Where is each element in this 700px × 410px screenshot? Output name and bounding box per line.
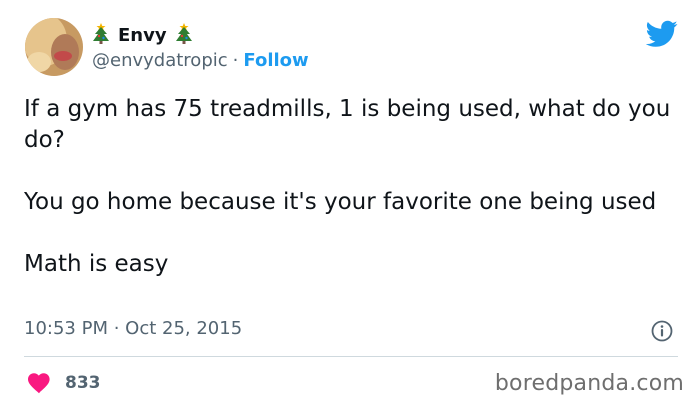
watermark: boredpanda.com: [494, 371, 684, 396]
follow-button[interactable]: Follow: [243, 50, 308, 71]
tweet-paragraph: If a gym has 75 treadmills, 1 is being u…: [24, 96, 671, 153]
like-count: 833: [65, 373, 101, 393]
divider: [24, 356, 678, 357]
christmas-tree-icon: [175, 22, 193, 48]
tweet-paragraph: You go home because it's your favorite o…: [24, 189, 657, 215]
like-button[interactable]: 833: [27, 372, 101, 394]
author-handle[interactable]: @envydatropic: [92, 50, 228, 71]
heart-icon[interactable]: [27, 372, 51, 394]
tweet-paragraph: Math is easy: [24, 251, 169, 277]
author-display-name[interactable]: Envy: [118, 25, 167, 46]
info-icon[interactable]: [651, 320, 673, 342]
author-handle-row: @envydatropic · Follow: [92, 50, 309, 71]
twitter-bird-icon[interactable]: [645, 20, 678, 48]
tweet-timestamp[interactable]: 10:53 PM · Oct 25, 2015: [24, 318, 242, 339]
author-name-row[interactable]: Envy: [92, 23, 193, 47]
tweet-text: If a gym has 75 treadmills, 1 is being u…: [24, 94, 674, 280]
avatar[interactable]: [25, 18, 83, 76]
christmas-tree-icon: [92, 22, 110, 48]
separator-dot: ·: [232, 50, 239, 71]
